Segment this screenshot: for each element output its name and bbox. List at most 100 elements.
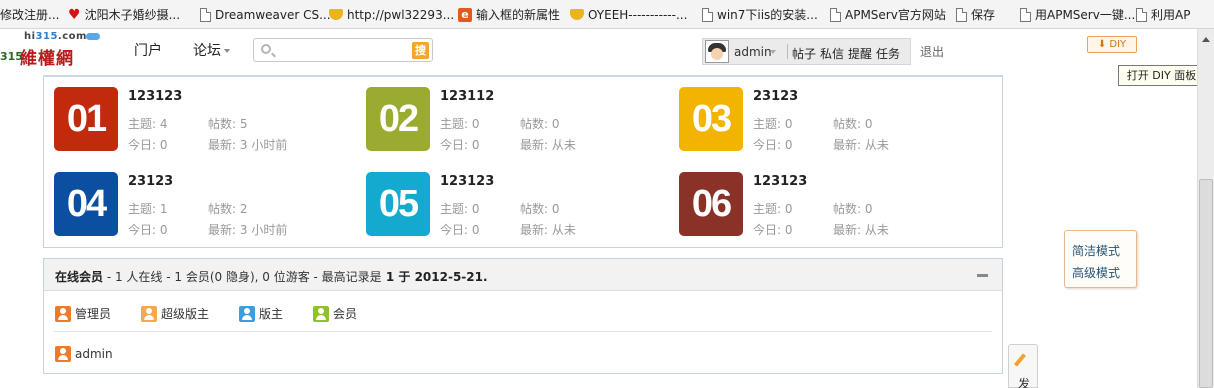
link-messages[interactable]: 私信 xyxy=(820,47,844,61)
collapse-icon[interactable] xyxy=(977,274,988,277)
diy-label: DIY xyxy=(1109,39,1127,50)
logout-link[interactable]: 退出 xyxy=(920,43,944,60)
bookmarks-bar: 修改注册... ♥ 沈阳木子婚纱摄... Dreamweaver CS... ht… xyxy=(0,0,1214,29)
forum-name[interactable]: 123123 xyxy=(753,174,807,189)
forum-badge[interactable]: 01 xyxy=(54,87,118,151)
bookmark-item[interactable]: 用APMServ一键... xyxy=(1020,0,1136,28)
site-logo[interactable]: hi315.com 315 維權網 xyxy=(0,30,110,69)
forum-item[interactable]: 06 123123 主题: 0 帖数: 0 今日: 0 最新: 从未 xyxy=(679,172,979,237)
post-button[interactable]: 发 xyxy=(1008,344,1038,388)
forum-name[interactable]: 23123 xyxy=(753,89,798,104)
scroll-up-icon[interactable] xyxy=(1202,37,1210,42)
bookmark-item[interactable]: e 输入框的新属性 xyxy=(458,0,560,28)
bookmark-item[interactable]: http://pwl32293... xyxy=(329,0,454,28)
bookmark-label: 用APMServ一键... xyxy=(1035,8,1136,22)
username[interactable]: admin xyxy=(734,45,772,59)
heart-icon: ♥ xyxy=(68,6,81,23)
forum-item[interactable]: 04 23123 主题: 1 帖数: 2 今日: 0 最新: 3 小时前 xyxy=(54,172,354,238)
forum-item[interactable]: 01 123123 主题: 4 帖数: 5 今日: 0 最新: 3 小时前 xyxy=(54,87,354,153)
bookmark-item[interactable]: win7下iis的安装... xyxy=(702,0,818,28)
forum-list: 01 123123 主题: 4 帖数: 5 今日: 0 最新: 3 小时前 02… xyxy=(43,75,1003,248)
online-summary: 在线会员 - 1 人在线 - 1 会员(0 隐身), 0 位游客 - 最高记录是… xyxy=(55,270,488,284)
scroll-thumb[interactable] xyxy=(1199,179,1213,388)
divider xyxy=(54,331,992,332)
e-icon: e xyxy=(458,7,472,22)
user-icon xyxy=(55,346,71,362)
user-icon xyxy=(141,305,157,322)
bookmark-item[interactable]: 利用AP xyxy=(1136,0,1191,28)
post-label: 发 xyxy=(1018,377,1031,388)
bookmark-label: Dreamweaver CS... xyxy=(215,7,331,22)
stat-topics: 主题: 0 xyxy=(753,117,793,131)
bookmark-item[interactable]: ♥ 沈阳木子婚纱摄... xyxy=(68,0,180,28)
forum-badge[interactable]: 03 xyxy=(679,87,743,151)
user-icon xyxy=(55,305,71,322)
diy-button[interactable]: ⬇ DIY xyxy=(1087,36,1137,53)
online-member[interactable]: admin xyxy=(55,346,113,362)
page-icon xyxy=(200,7,211,22)
link-notices[interactable]: 提醒 xyxy=(848,47,872,61)
diy-tooltip: 打开 DIY 面板 xyxy=(1118,65,1205,86)
stat-posts: 帖数: 0 xyxy=(520,202,560,216)
stat-posts: 帖数: 5 xyxy=(208,117,248,131)
download-arrow-icon: ⬇ xyxy=(1097,39,1107,50)
forum-name[interactable]: 123123 xyxy=(440,174,494,189)
bookmark-item[interactable]: Dreamweaver CS... xyxy=(200,0,331,28)
forum-badge[interactable]: 06 xyxy=(679,172,743,236)
bookmark-item[interactable]: APMServ官方网站 xyxy=(830,0,946,28)
forum-name[interactable]: 123123 xyxy=(128,89,182,104)
link-tasks[interactable]: 任务 xyxy=(876,47,900,61)
forum-item[interactable]: 03 23123 主题: 0 帖数: 0 今日: 0 最新: 从未 xyxy=(679,87,979,152)
logo-text: 維權網 xyxy=(20,49,74,69)
cloud-icon xyxy=(86,33,100,40)
bookmark-label: OYEEH-----------... xyxy=(588,7,688,22)
pencil-icon xyxy=(1013,353,1027,367)
bookmark-item[interactable]: 保存 xyxy=(956,0,995,28)
stat-topics: 主题: 0 xyxy=(753,202,793,216)
forum-badge[interactable]: 04 xyxy=(54,172,118,236)
online-header: 在线会员 - 1 人在线 - 1 会员(0 隐身), 0 位游客 - 最高记录是… xyxy=(44,259,1002,291)
search-input[interactable]: 搜 xyxy=(253,38,433,62)
search-icon xyxy=(261,44,271,54)
vertical-scrollbar[interactable] xyxy=(1197,29,1214,388)
user-icon xyxy=(313,305,329,322)
stat-latest[interactable]: 最新: 3 小时前 xyxy=(208,136,287,153)
stat-today: 今日: 0 xyxy=(128,223,168,237)
stat-today: 今日: 0 xyxy=(440,223,480,237)
advanced-mode-link[interactable]: 高级模式 xyxy=(1072,264,1120,281)
stat-topics: 主题: 1 xyxy=(128,202,168,216)
nav-portal[interactable]: 门户 xyxy=(134,40,162,60)
search-button[interactable]: 搜 xyxy=(412,42,429,59)
bookmark-label: 利用AP xyxy=(1151,8,1191,22)
online-title[interactable]: 在线会员 xyxy=(55,270,103,284)
bookmark-label: 修改注册... xyxy=(0,8,60,22)
forum-name[interactable]: 123112 xyxy=(440,89,494,104)
avatar[interactable] xyxy=(705,40,729,63)
stat-topics: 主题: 0 xyxy=(440,117,480,131)
user-links: 帖子 私信 提醒 任务 xyxy=(792,45,904,62)
stat-latest: 最新: 从未 xyxy=(833,138,889,152)
stat-today: 今日: 0 xyxy=(753,138,793,152)
forum-item[interactable]: 02 123112 主题: 0 帖数: 0 今日: 0 最新: 从未 xyxy=(366,87,666,152)
chevron-down-icon[interactable] xyxy=(770,50,776,54)
page-icon xyxy=(830,7,841,22)
stat-today: 今日: 0 xyxy=(440,138,480,152)
link-posts[interactable]: 帖子 xyxy=(792,47,816,61)
forum-item[interactable]: 05 123123 主题: 0 帖数: 0 今日: 0 最新: 从未 xyxy=(366,172,666,237)
stat-latest[interactable]: 最新: 3 小时前 xyxy=(208,221,287,238)
legend-admin: 管理员 xyxy=(55,305,111,322)
nav-forum[interactable]: 论坛 xyxy=(193,40,230,60)
forum-name[interactable]: 23123 xyxy=(128,174,173,189)
bookmark-item[interactable]: OYEEH-----------... xyxy=(570,0,688,28)
nav-forum-label: 论坛 xyxy=(193,43,221,59)
simple-mode-link[interactable]: 简洁模式 xyxy=(1072,242,1120,259)
forum-badge[interactable]: 05 xyxy=(366,172,430,236)
member-name[interactable]: admin xyxy=(75,347,113,361)
forum-badge[interactable]: 02 xyxy=(366,87,430,151)
page-icon xyxy=(956,7,967,22)
avatar-face xyxy=(711,48,723,60)
bookmark-item[interactable]: 修改注册... xyxy=(0,0,60,28)
bookmark-label: APMServ官方网站 xyxy=(845,8,946,22)
stat-topics: 主题: 0 xyxy=(440,202,480,216)
legend-super-moderator: 超级版主 xyxy=(141,305,209,322)
